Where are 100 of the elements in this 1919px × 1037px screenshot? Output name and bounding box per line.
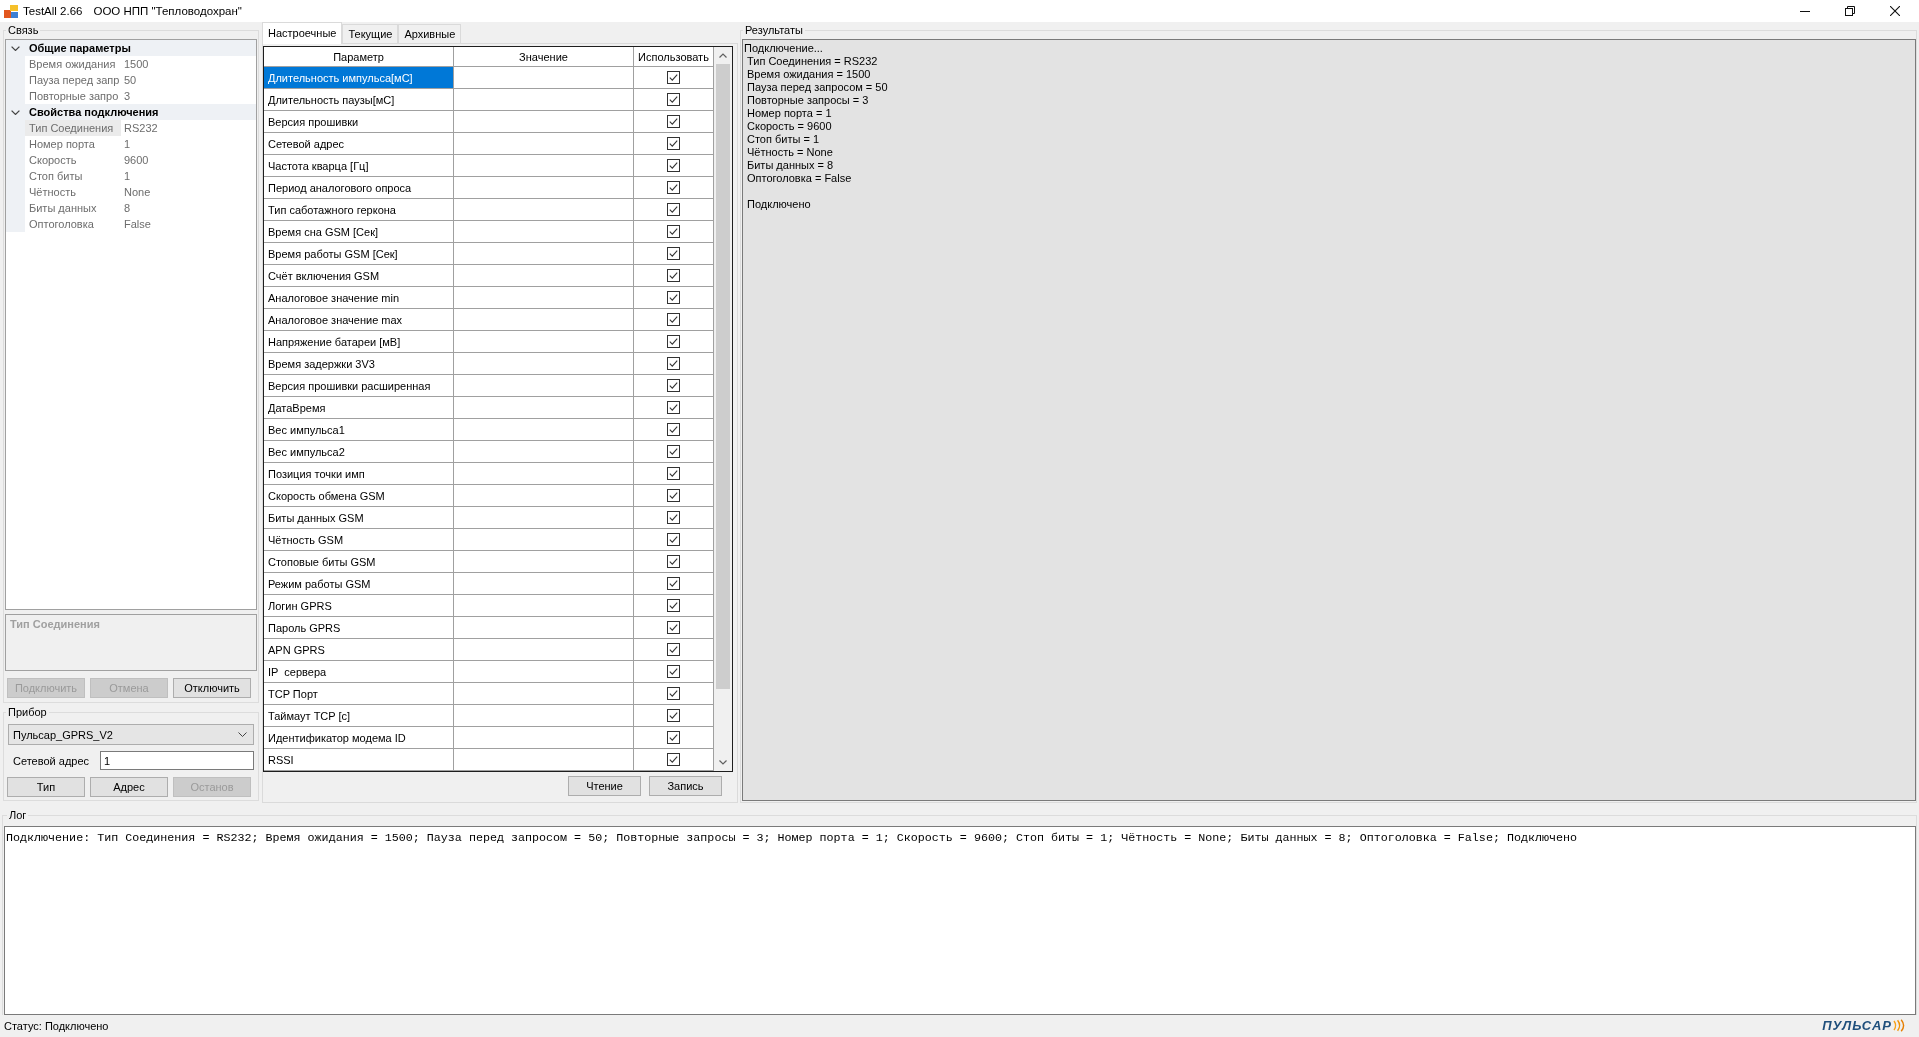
checkbox[interactable] — [667, 533, 680, 546]
category-row[interactable]: Свойства подключения — [6, 104, 256, 120]
table-cell[interactable]: Вес импульса2 — [264, 441, 454, 462]
checkbox[interactable] — [667, 731, 680, 744]
chevron-down-icon[interactable] — [719, 760, 727, 765]
write-button[interactable]: Запись — [649, 776, 722, 796]
table-cell[interactable]: Частота кварца [Гц] — [264, 155, 454, 176]
property-name[interactable]: Чётность — [25, 184, 121, 200]
category-row[interactable]: Общие параметры — [6, 40, 256, 56]
checkbox[interactable] — [667, 93, 680, 106]
read-button[interactable]: Чтение — [568, 776, 641, 796]
table-cell[interactable]: Стоповые биты GSM — [264, 551, 454, 572]
checkbox[interactable] — [667, 203, 680, 216]
checkbox[interactable] — [667, 269, 680, 282]
close-icon[interactable] — [1889, 6, 1900, 16]
checkbox[interactable] — [667, 555, 680, 568]
property-name[interactable]: Номер порта — [25, 136, 121, 152]
checkbox[interactable] — [667, 709, 680, 722]
property-value: None — [124, 186, 151, 198]
table-cell[interactable]: Пароль GPRS — [264, 617, 454, 638]
table-cell[interactable]: Таймаут TCP [с] — [264, 705, 454, 726]
checkbox[interactable] — [667, 423, 680, 436]
checkbox[interactable] — [667, 225, 680, 238]
property-name[interactable]: Тип Соединения — [25, 120, 121, 136]
table-cell[interactable]: Счёт включения GSM — [264, 265, 454, 286]
table-cell[interactable]: RSSI — [264, 749, 454, 770]
checkbox[interactable] — [667, 489, 680, 502]
table-cell[interactable]: Версия прошивки — [264, 111, 454, 132]
table-cell[interactable]: Режим работы GSM — [264, 573, 454, 594]
chevron-down-icon[interactable] — [11, 45, 20, 51]
disconnect-button[interactable]: Отключить — [173, 678, 251, 698]
table-cell[interactable]: Аналоговое значение max — [264, 309, 454, 330]
table-cell[interactable]: Длительность импульса[мС] — [264, 67, 454, 88]
table-cell[interactable]: Вес импульса1 — [264, 419, 454, 440]
table-cell[interactable]: TCP Порт — [264, 683, 454, 704]
checkbox[interactable] — [667, 665, 680, 678]
property-name[interactable]: Биты данных — [25, 200, 121, 216]
property-name[interactable]: Скорость — [25, 152, 121, 168]
table-cell[interactable]: Напряжение батареи [мВ] — [264, 331, 454, 352]
checkbox[interactable] — [667, 115, 680, 128]
chevron-down-icon[interactable] — [11, 109, 20, 115]
checkbox[interactable] — [667, 599, 680, 612]
property-name[interactable]: Оптоголовка — [25, 216, 121, 232]
table-cell[interactable]: Идентификатор модема ID — [264, 727, 454, 748]
result-line: Оптоголовка = False — [747, 172, 852, 185]
table-cell[interactable]: Время задержки 3V3 — [264, 353, 454, 374]
table-cell[interactable]: Биты данных GSM — [264, 507, 454, 528]
table-cell[interactable]: Версия прошивки расширенная — [264, 375, 454, 396]
table-cell[interactable]: Логин GPRS — [264, 595, 454, 616]
device-dropdown[interactable]: Пульсар_GPRS_V2 — [8, 724, 254, 745]
checkbox[interactable] — [667, 687, 680, 700]
table-cell[interactable]: Длительность паузы[мС] — [264, 89, 454, 110]
scrollbar-thumb[interactable] — [716, 64, 730, 689]
checkbox[interactable] — [667, 467, 680, 480]
table-cell[interactable]: Время сна GSM [Сек] — [264, 221, 454, 242]
tab[interactable]: Архивные — [398, 24, 462, 43]
checkbox[interactable] — [667, 357, 680, 370]
table-cell[interactable]: Скорость обмена GSM — [264, 485, 454, 506]
restore-icon[interactable] — [1844, 6, 1855, 16]
checkbox[interactable] — [667, 577, 680, 590]
chevron-down-icon[interactable] — [238, 732, 247, 737]
tab[interactable]: Текущие — [342, 24, 399, 43]
checkbox[interactable] — [667, 137, 680, 150]
property-name[interactable]: Время ожидания — [25, 56, 121, 72]
checkbox[interactable] — [667, 181, 680, 194]
property-name[interactable]: Стоп биты — [25, 168, 121, 184]
address-field[interactable]: 1 — [100, 751, 254, 770]
checkbox[interactable] — [667, 335, 680, 348]
type-button[interactable]: Тип — [7, 777, 85, 797]
chevron-up-icon[interactable] — [719, 53, 727, 58]
table-cell[interactable]: Время работы GSM [Сек] — [264, 243, 454, 264]
scrollbar[interactable] — [714, 47, 732, 771]
checkbox[interactable] — [667, 159, 680, 172]
column-header[interactable]: Параметр — [264, 47, 454, 66]
table-cell[interactable]: ДатаВремя — [264, 397, 454, 418]
property-name[interactable]: Пауза перед запр — [25, 72, 121, 88]
address-button[interactable]: Адрес — [90, 777, 168, 797]
checkbox[interactable] — [667, 753, 680, 766]
minimize-icon[interactable] — [1799, 10, 1810, 12]
property-name[interactable]: Повторные запро — [25, 88, 121, 104]
checkbox[interactable] — [667, 291, 680, 304]
table-cell[interactable]: Тип саботажного геркона — [264, 199, 454, 220]
checkbox[interactable] — [667, 379, 680, 392]
tab[interactable]: Настроечные — [262, 22, 343, 44]
table-cell[interactable]: Чётность GSM — [264, 529, 454, 550]
checkbox[interactable] — [667, 621, 680, 634]
checkbox[interactable] — [667, 445, 680, 458]
checkbox[interactable] — [667, 247, 680, 260]
checkbox[interactable] — [667, 511, 680, 524]
table-cell[interactable]: Позиция точки имп — [264, 463, 454, 484]
checkbox[interactable] — [667, 643, 680, 656]
table-cell[interactable]: Период аналогового опроса — [264, 177, 454, 198]
table-cell[interactable]: APN GPRS — [264, 639, 454, 660]
column-header[interactable]: Значение — [454, 47, 634, 66]
table-cell[interactable]: Сетевой адрес — [264, 133, 454, 154]
checkbox[interactable] — [667, 71, 680, 84]
checkbox[interactable] — [667, 401, 680, 414]
table-cell[interactable]: IP сервера — [264, 661, 454, 682]
checkbox[interactable] — [667, 313, 680, 326]
table-cell[interactable]: Аналоговое значение min — [264, 287, 454, 308]
